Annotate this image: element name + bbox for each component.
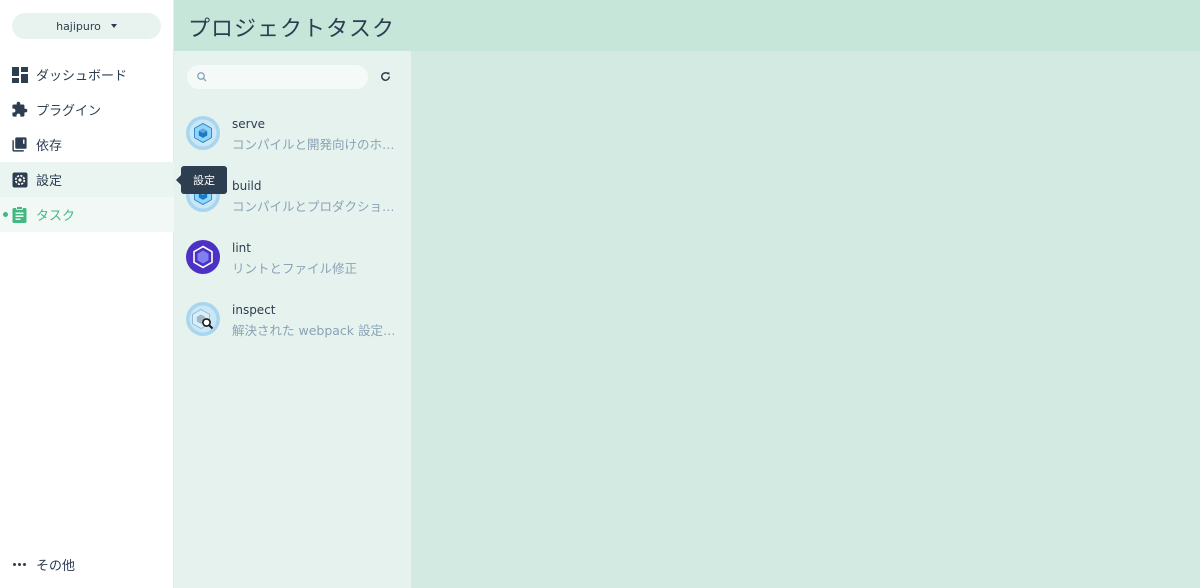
sidebar-item-dashboard[interactable]: ダッシュボード [0, 57, 174, 92]
task-name: inspect [232, 303, 276, 317]
sidebar-item-label: 依存 [36, 139, 63, 154]
settings-icon [11, 171, 28, 188]
task-description: 解決された webpack 設定… [232, 323, 396, 338]
sidebar-item-plugins[interactable]: プラグイン [0, 92, 174, 127]
webpack-inspect-icon [186, 302, 220, 336]
caret-down-icon [110, 24, 117, 28]
task-description: リントとファイル修正 [232, 261, 358, 276]
tooltip: 設定 [176, 166, 227, 194]
page-title: プロジェクトタスク [188, 17, 396, 42]
sidebar-item-dependencies[interactable]: 依存 [0, 127, 174, 162]
sidebar-item-label: タスク [36, 209, 76, 224]
sidebar-item-tasks[interactable]: タスク [0, 197, 174, 232]
active-indicator [3, 212, 8, 217]
sidebar: hajipuro ダッシュボード プラグイン 依存 設定 タスク その他 [0, 0, 174, 588]
task-detail-area [411, 51, 1200, 588]
project-name: hajipuro [56, 19, 101, 33]
sidebar-item-label: ダッシュボード [36, 69, 128, 84]
task-description: コンパイルと開発向けのホ… [232, 137, 395, 152]
task-name: lint [232, 241, 251, 255]
puzzle-icon [11, 101, 28, 118]
refresh-icon[interactable] [379, 70, 392, 83]
clipboard-icon [11, 206, 28, 223]
task-list-panel: serve コンパイルと開発向けのホ… build コンパイルとプロダクショ… … [174, 51, 411, 588]
page-header: プロジェクトタスク [174, 0, 1200, 51]
more-icon [13, 563, 26, 566]
library-icon [11, 136, 28, 153]
webpack-icon [186, 116, 220, 150]
sidebar-item-label: 設定 [36, 174, 63, 189]
more-label: その他 [36, 558, 76, 574]
search-icon [197, 72, 207, 82]
project-selector[interactable]: hajipuro [12, 13, 161, 39]
more-menu[interactable]: その他 [0, 551, 174, 577]
task-name: serve [232, 117, 266, 131]
task-item-serve[interactable]: serve コンパイルと開発向けのホ… [174, 103, 411, 165]
sidebar-item-settings[interactable]: 設定 [0, 162, 174, 197]
eslint-icon [186, 240, 220, 274]
search-input[interactable] [187, 65, 368, 89]
task-description: コンパイルとプロダクショ… [232, 199, 395, 214]
task-item-inspect[interactable]: inspect 解決された webpack 設定… [174, 289, 411, 351]
sidebar-item-label: プラグイン [36, 104, 102, 119]
task-name: build [232, 179, 262, 193]
task-item-lint[interactable]: lint リントとファイル修正 [174, 227, 411, 289]
dashboard-icon [11, 66, 28, 83]
